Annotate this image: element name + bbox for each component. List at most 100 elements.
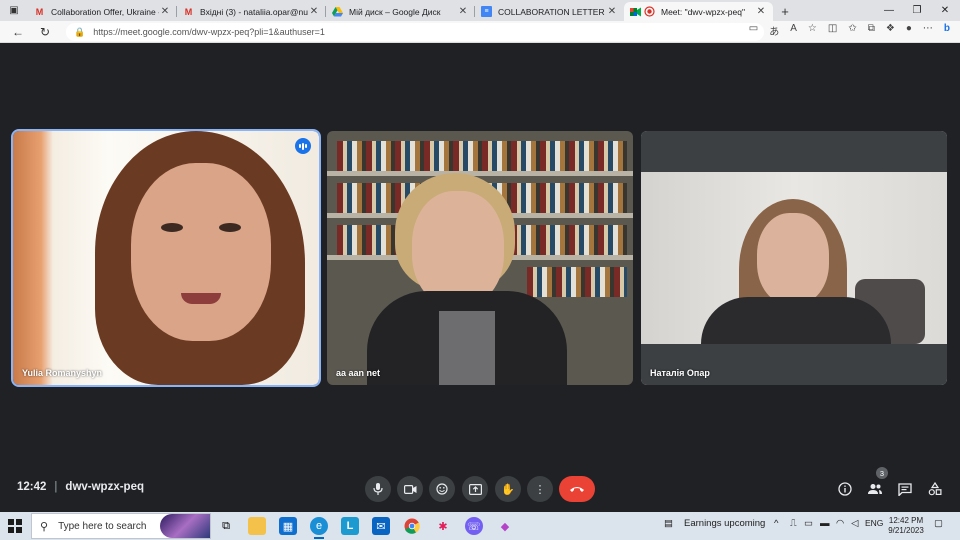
meeting-details: 12:42 | dwv-wpzx-peq xyxy=(17,481,144,493)
tab-title: Collaboration Offer, Ukraine - na xyxy=(51,6,159,17)
new-tab-icon[interactable]: + xyxy=(773,2,797,21)
notifications-icon[interactable]: ▢ xyxy=(934,518,943,529)
more-options-icon: ⋮ xyxy=(534,483,546,496)
browser-tab[interactable]: M Вхідні (3) - nataliia.opar@nung.e ✕ xyxy=(177,2,326,21)
browser-tab[interactable]: M Collaboration Offer, Ukraine - na ✕ xyxy=(28,2,177,21)
raise-hand-button[interactable]: ✋ xyxy=(495,476,521,502)
translate-icon[interactable]: あ xyxy=(769,23,779,38)
chat-icon xyxy=(898,482,912,496)
favorites-icon[interactable]: ✩ xyxy=(848,23,856,38)
slack-icon[interactable]: ✱ xyxy=(434,517,452,535)
close-icon[interactable]: ✕ xyxy=(457,6,469,17)
speaking-indicator-icon xyxy=(295,138,311,154)
camera-icon xyxy=(403,484,416,494)
close-icon[interactable]: ✕ xyxy=(308,6,320,17)
close-icon[interactable]: ✕ xyxy=(755,6,767,17)
news-widget-text[interactable]: Earnings upcoming xyxy=(684,518,765,529)
edge-browser-icon[interactable]: e xyxy=(310,517,328,539)
google-meet-icon xyxy=(630,6,641,17)
divider: | xyxy=(54,481,58,493)
search-icon: ⚲ xyxy=(40,520,49,533)
mail-icon[interactable]: ✉ xyxy=(372,517,390,535)
profile-avatar[interactable]: ● xyxy=(906,23,912,38)
address-bar[interactable]: 🔒 https://meet.google.com/dwv-wpzx-peq?p… xyxy=(66,23,764,41)
chat-button[interactable] xyxy=(895,479,915,499)
app-l-icon[interactable]: L xyxy=(341,517,359,535)
app-drop-icon[interactable]: ◆ xyxy=(496,517,514,535)
close-icon[interactable]: ✕ xyxy=(159,6,171,17)
meeting-time: 12:42 xyxy=(17,481,47,493)
viber-icon[interactable]: ☏ xyxy=(465,517,483,535)
bing-icon[interactable]: b xyxy=(944,23,950,38)
chrome-icon[interactable] xyxy=(403,517,421,535)
end-call-button[interactable] xyxy=(559,476,595,502)
language-indicator[interactable]: ENG xyxy=(865,518,883,528)
participant-name: aa aan net xyxy=(336,368,381,378)
clock-date: 9/21/2023 xyxy=(888,526,924,535)
camera-in-use-icon[interactable]: ▭ xyxy=(749,23,758,38)
windows-taskbar: ⚲ Type here to search ⧉ ▦ e L ✉ ✱ ☏ ◆ ▤ … xyxy=(0,512,960,540)
task-view-icon[interactable]: ⧉ xyxy=(217,517,235,535)
search-highlight-image xyxy=(160,514,210,538)
search-placeholder: Type here to search xyxy=(58,520,147,532)
gmail-icon: M xyxy=(184,6,193,17)
meeting-info-button[interactable] xyxy=(835,479,855,499)
windows-start-icon[interactable] xyxy=(8,519,22,533)
browser-toolbar-icons: ▭ あ A ☆ ◫ ✩ ⧉ ❖ ● ⋯ b xyxy=(749,23,950,38)
browser-tab-active[interactable]: Meet: "dwv-wpzx-peq" ✕ xyxy=(624,2,773,21)
taskbar-search-box[interactable]: ⚲ Type here to search xyxy=(31,513,211,539)
activities-button[interactable] xyxy=(925,479,945,499)
camera-button[interactable] xyxy=(397,476,423,502)
participant-name: Yulia Romanyshyn xyxy=(22,368,103,378)
lock-icon: 🔒 xyxy=(74,26,86,37)
browser-toolbar: ← ↻ 🔒 https://meet.google.com/dwv-wpzx-p… xyxy=(0,21,960,43)
tab-title: COLLABORATION LETTER - Goog xyxy=(498,6,606,17)
battery-icon[interactable]: ▬ xyxy=(820,518,830,529)
read-aloud-icon[interactable]: A xyxy=(790,23,797,38)
browser-tab-strip: ▣ M Collaboration Offer, Ukraine - na ✕ … xyxy=(0,0,960,21)
volume-icon[interactable]: ◁ xyxy=(851,518,858,529)
tab-actions-icon[interactable]: ▣ xyxy=(0,0,28,21)
maximize-icon[interactable]: ❐ xyxy=(902,0,932,21)
end-call-icon xyxy=(570,487,584,492)
wifi-icon[interactable]: ◠ xyxy=(836,518,844,529)
clock-time: 12:42 PM xyxy=(888,516,924,525)
usb-device-icon[interactable]: ⎍ xyxy=(790,518,797,529)
microphone-button[interactable] xyxy=(365,476,391,502)
raise-hand-icon: ✋ xyxy=(501,483,515,496)
participant-tile[interactable]: Наталія Опар xyxy=(641,131,947,385)
activities-icon xyxy=(928,482,942,496)
close-window-icon[interactable]: ✕ xyxy=(930,0,960,21)
extensions-icon[interactable]: ❖ xyxy=(886,23,895,38)
meet-stage: Yulia Romanyshyn aa aan net Наталія Опар… xyxy=(0,44,960,512)
people-button[interactable] xyxy=(865,479,885,499)
chevron-up-icon[interactable]: ^ xyxy=(774,518,778,529)
back-icon[interactable]: ← xyxy=(10,24,26,40)
url-text: https://meet.google.com/dwv-wpzx-peq?pli… xyxy=(93,27,325,37)
more-options-button[interactable]: ⋮ xyxy=(527,476,553,502)
participant-tile[interactable]: Yulia Romanyshyn xyxy=(11,129,321,387)
present-screen-button[interactable] xyxy=(462,476,488,502)
favorite-star-icon[interactable]: ☆ xyxy=(808,23,817,38)
file-explorer-icon[interactable] xyxy=(248,517,266,535)
emoji-button[interactable] xyxy=(429,476,455,502)
close-icon[interactable]: ✕ xyxy=(606,6,618,17)
browser-tab[interactable]: ≡ COLLABORATION LETTER - Goog ✕ xyxy=(475,2,624,21)
meet-tray-icon[interactable]: ▭ xyxy=(804,518,813,529)
taskbar-clock[interactable]: 12:42 PM 9/21/2023 xyxy=(883,516,929,536)
microsoft-store-icon[interactable]: ▦ xyxy=(279,517,297,535)
minimize-icon[interactable]: — xyxy=(874,0,904,21)
meeting-code: dwv-wpzx-peq xyxy=(65,481,145,493)
participant-count-badge: 3 xyxy=(876,467,888,479)
participant-tile[interactable]: aa aan net xyxy=(327,131,633,385)
emoji-icon xyxy=(436,483,448,495)
split-screen-icon[interactable]: ◫ xyxy=(828,23,837,38)
tab-title: Мій диск – Google Диск xyxy=(349,6,441,17)
people-icon xyxy=(868,484,882,494)
collections-icon[interactable]: ⧉ xyxy=(868,23,875,38)
settings-more-icon[interactable]: ⋯ xyxy=(923,23,933,38)
present-icon xyxy=(468,483,482,495)
browser-tab[interactable]: Мій диск – Google Диск ✕ xyxy=(326,2,475,21)
weather-news-icon[interactable]: ▤ xyxy=(664,518,673,529)
refresh-icon[interactable]: ↻ xyxy=(37,24,53,40)
